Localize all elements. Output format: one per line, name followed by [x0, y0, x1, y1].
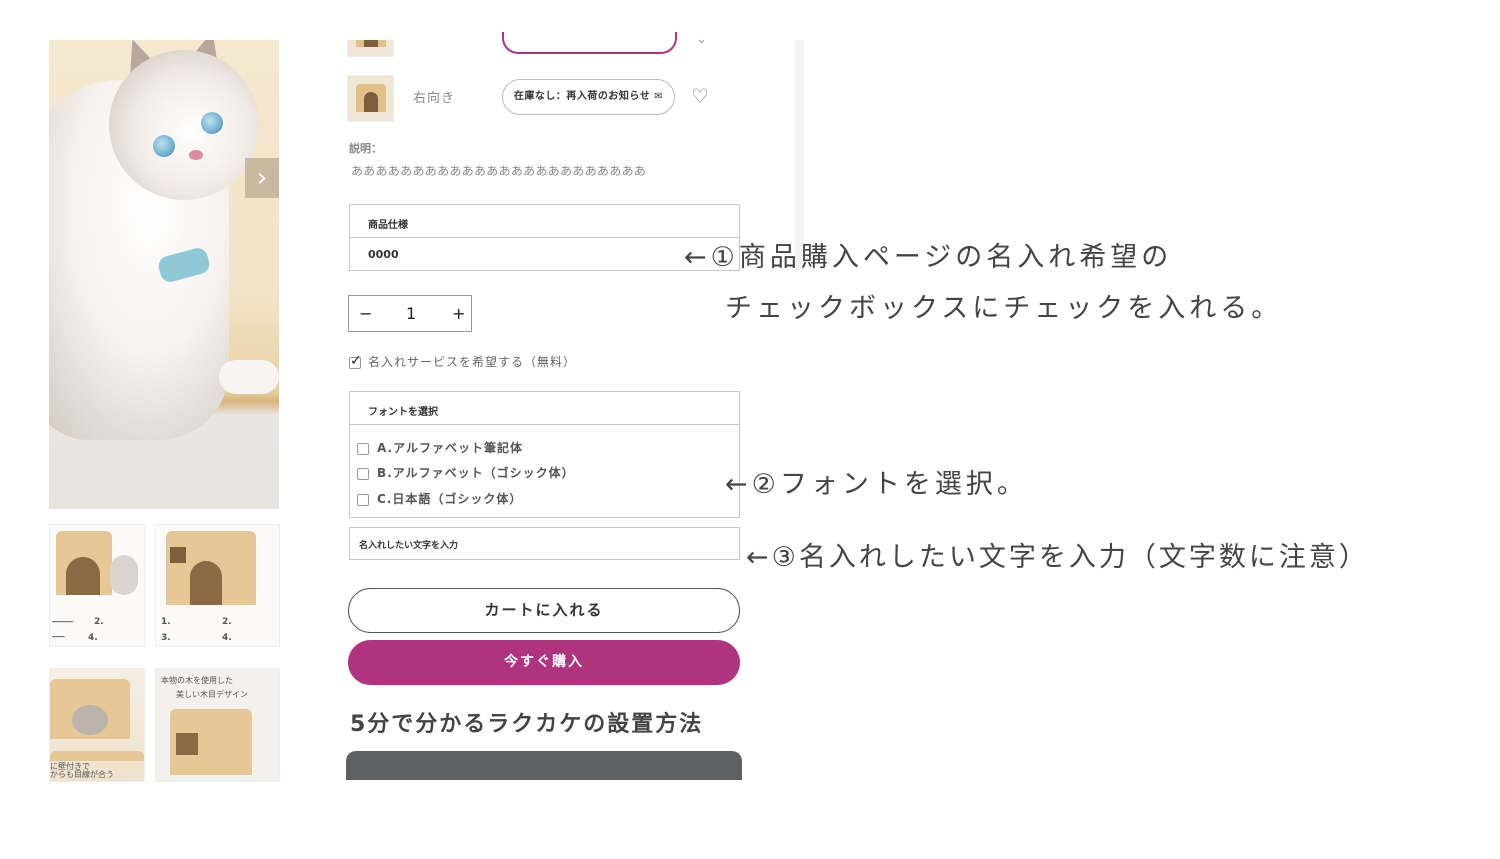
cat-eye-left [153, 135, 175, 157]
annotation-step1-line2: チェックボックスにチェックを入れる。 [725, 293, 1283, 324]
font-option-c-checkbox[interactable] [357, 491, 369, 510]
heart-icon[interactable]: ♡ [691, 84, 709, 108]
font-option-b-checkbox[interactable] [357, 465, 369, 484]
spec-header: 商品仕様 [368, 220, 408, 231]
gallery-next-button[interactable]: › [245, 158, 279, 198]
variant-add-button-pink[interactable] [502, 32, 677, 54]
cat-paw [219, 360, 279, 394]
quantity-minus-button[interactable]: − [359, 296, 372, 331]
annotation-step2: ←②フォントを選択。 [725, 469, 1028, 500]
engraving-text-placeholder: 名入れしたい文字を入力 [359, 541, 459, 551]
variant-label-right: 右向き [413, 91, 456, 106]
cat-nose [189, 150, 203, 160]
spec-header-cell: 商品仕様 [349, 204, 740, 238]
gallery-thumb-4[interactable]: 本物の木を使用した 美しい木目デザイン [155, 668, 280, 782]
spec-value: 0000 [368, 248, 399, 261]
engraving-checkbox-label[interactable]: 名入れサービスを希望する（無料） [368, 353, 576, 370]
gallery-thumb-1[interactable]: 2. 4. ━━━━━ ━━━ [49, 524, 145, 647]
font-option-a-label[interactable]: A.アルファベット筆記体 [377, 439, 523, 456]
font-option-a-checkbox[interactable] [357, 440, 369, 459]
video-player[interactable] [346, 751, 742, 780]
engraving-text-input[interactable]: 名入れしたい文字を入力 [349, 527, 740, 560]
spec-value-cell: 0000 [349, 237, 740, 271]
section-title: 5分で分かるラクカケの設置方法 [350, 712, 704, 737]
engraving-checkbox[interactable] [349, 353, 362, 369]
annotation-step3: ←③名入れしたい文字を入力（文字数に注意） [746, 542, 1369, 573]
font-select-header: フォントを選択 [368, 407, 438, 418]
cat-head [109, 50, 259, 200]
variant-thumb-right[interactable] [347, 75, 394, 122]
main-product-image [49, 40, 279, 509]
cat-eye-right [201, 112, 223, 134]
description-text: ああああああああああああああああああああああああ [351, 164, 647, 178]
restock-notify-button[interactable]: 在庫なし：再入荷のお知らせ ✉ [502, 79, 675, 115]
font-option-b-label[interactable]: B.アルファベット（ゴシック体） [377, 464, 575, 481]
annotation-step1-line1: ←①商品購入ページの名入れ希望の [684, 242, 1173, 273]
font-option-c-label[interactable]: C.日本語（ゴシック体） [377, 490, 522, 507]
buy-now-button[interactable]: 今すぐ購入 [348, 640, 740, 685]
quantity-stepper[interactable]: − 1 + [348, 295, 472, 332]
engraving-checkbox-row[interactable] [349, 353, 362, 373]
quantity-value[interactable]: 1 [406, 296, 416, 331]
description-label: 説明： [349, 142, 382, 155]
add-to-cart-button[interactable]: カートに入れる [348, 588, 740, 633]
quantity-plus-button[interactable]: + [452, 296, 465, 331]
gallery-thumb-2[interactable]: 1. 3. 2. 4. [155, 524, 280, 647]
gallery-thumb-3[interactable]: に壁付きで からも目線が合う [49, 668, 145, 782]
font-select-header-cell: フォントを選択 [349, 391, 740, 425]
